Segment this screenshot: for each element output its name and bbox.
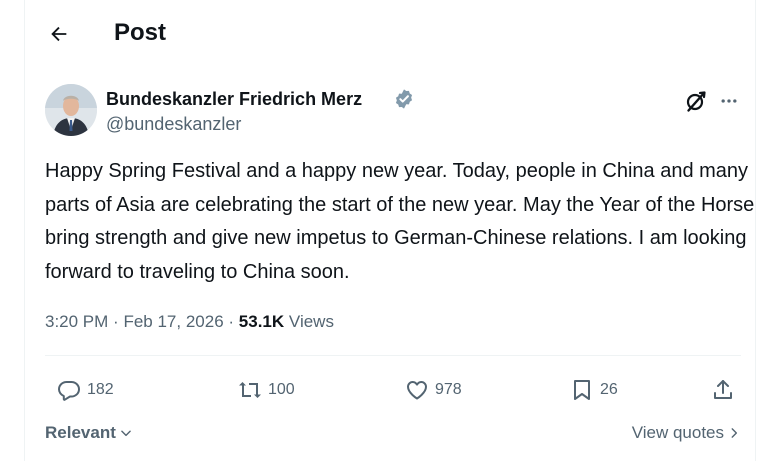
arrow-left-icon — [51, 26, 67, 42]
share-button[interactable] — [711, 372, 735, 408]
reply-button[interactable]: 182 — [57, 372, 114, 408]
reply-icon — [58, 381, 80, 401]
view-quotes-link[interactable]: View quotes — [632, 420, 741, 446]
grok-icon — [686, 91, 706, 112]
author-display-name[interactable]: Bundeskanzler Friedrich Merz — [106, 87, 362, 111]
bookmark-icon — [574, 380, 590, 400]
views-label: Views — [288, 312, 334, 331]
sort-label: Relevant — [45, 423, 116, 442]
repost-button[interactable]: 100 — [238, 372, 295, 408]
page-header: Post — [25, 0, 755, 66]
like-count: 978 — [435, 381, 462, 398]
post-meta: 3:20 PM · Feb 17, 2026 · 53.1K Views — [45, 310, 334, 334]
back-button[interactable] — [43, 18, 75, 50]
page-title: Post — [114, 19, 167, 46]
more-options-button[interactable] — [716, 88, 742, 114]
bookmark-button[interactable]: 26 — [570, 372, 618, 408]
action-bar: 182 100 978 26 — [45, 372, 741, 408]
views-count: 53.1K — [238, 312, 285, 331]
sort-replies-dropdown[interactable]: Relevant — [45, 420, 133, 446]
divider — [45, 355, 741, 356]
repost-count: 100 — [268, 381, 295, 398]
repost-icon — [239, 382, 261, 398]
post-author: Bundeskanzler Friedrich Merz @bundeskanz… — [45, 84, 745, 140]
post-date[interactable]: Feb 17, 2026 — [123, 312, 223, 331]
avatar[interactable] — [45, 84, 97, 136]
reply-count: 182 — [87, 381, 114, 398]
heart-icon — [407, 381, 427, 400]
author-handle[interactable]: @bundeskanzler — [106, 112, 241, 136]
grok-button[interactable] — [683, 88, 709, 114]
like-button[interactable]: 978 — [405, 372, 462, 408]
view-quotes-label: View quotes — [631, 423, 724, 442]
chevron-right-icon — [727, 426, 741, 440]
post-time[interactable]: 3:20 PM — [45, 312, 108, 331]
more-dots-icon — [721, 99, 737, 103]
post-frame: Post Bundeskanzler Friedrich Merz @bunde… — [24, 0, 756, 461]
post-text: Happy Spring Festival and a happy new ye… — [45, 160, 755, 283]
meta-separator: · — [113, 312, 119, 331]
bookmark-count: 26 — [600, 381, 618, 398]
verified-badge-icon — [393, 88, 415, 110]
chevron-down-icon — [119, 426, 133, 440]
meta-separator: · — [228, 312, 235, 331]
post-footer: Relevant View quotes — [45, 420, 741, 446]
share-icon — [714, 380, 732, 399]
